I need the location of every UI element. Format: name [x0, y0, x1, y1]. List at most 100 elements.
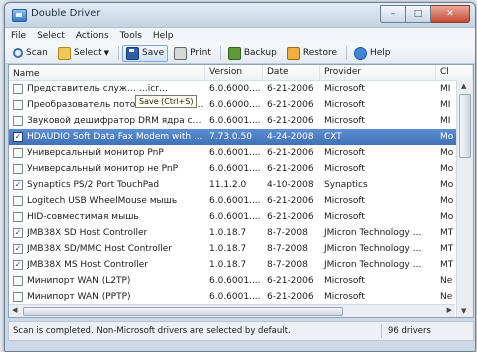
cell-name: Минипорт WAN (L2TP)	[9, 276, 205, 286]
driver-checkbox[interactable]	[13, 276, 23, 286]
minimize-button[interactable]: –	[380, 5, 406, 23]
help-label: Help	[370, 48, 391, 58]
scroll-down-icon[interactable]: ▼	[461, 307, 466, 315]
driver-checkbox[interactable]: ✓	[13, 132, 23, 142]
table-row[interactable]: Представитель служ… …icr… 6.0.6000.... 6-2…	[9, 81, 473, 97]
backup-label: Backup	[243, 48, 277, 58]
driver-provider: Microsoft	[324, 212, 365, 222]
driver-checkbox[interactable]	[13, 148, 23, 158]
toolbar-separator	[219, 46, 221, 60]
vertical-scrollbar[interactable]: ▲ ▼	[456, 80, 473, 317]
driver-provider: Microsoft	[324, 196, 365, 206]
menu-select[interactable]: Select	[37, 31, 65, 41]
scroll-left-icon[interactable]: ◀	[12, 306, 17, 314]
toolbar: Scan Select ▼ Save Print Backup Restore …	[5, 43, 475, 64]
driver-list[interactable]: Name Version Date Provider Cl Представит…	[8, 64, 474, 318]
driver-checkbox[interactable]	[13, 116, 23, 126]
driver-version: 6.0.6000....	[209, 84, 261, 94]
scroll-right-icon[interactable]: ▶	[447, 306, 452, 314]
driver-checkbox[interactable]	[13, 100, 23, 110]
backup-icon	[227, 46, 241, 60]
driver-version: 6.0.6001....	[209, 164, 261, 174]
driver-checkbox[interactable]: ✓	[13, 180, 23, 190]
driver-checkbox[interactable]	[13, 164, 23, 174]
driver-checkbox[interactable]	[13, 292, 23, 302]
driver-date: 6-21-2006	[267, 148, 314, 158]
backup-button[interactable]: Backup	[224, 45, 281, 62]
driver-checkbox[interactable]: ✓	[13, 228, 23, 238]
table-row[interactable]: ✓ Synaptics PS/2 Port TouchPad 11.1.2.0 4-1…	[9, 177, 473, 193]
table-row[interactable]: Преобразователь потоков Tee/Sink-... 6.0.…	[9, 97, 473, 113]
driver-name: JMB38X SD/MMC Host Controller	[27, 244, 173, 254]
table-row[interactable]: ✓ JMB38X SD Host Controller 1.0.18.7 8-7-20…	[9, 225, 473, 241]
select-label: Select	[73, 48, 102, 58]
save-button[interactable]: Save	[122, 44, 169, 62]
menu-actions[interactable]: Actions	[76, 31, 109, 41]
table-row[interactable]: HID-совместимая мышь 6.0.6001.... 6-21-200…	[9, 209, 473, 225]
driver-version: 6.0.6001....	[209, 116, 261, 126]
restore-button[interactable]: Restore	[283, 45, 341, 62]
table-row[interactable]: Универсальный монитор не PnP 6.0.6001....…	[9, 161, 473, 177]
driver-name: Logitech USB WheelMouse мышь	[27, 196, 178, 206]
driver-date: 8-7-2008	[267, 228, 308, 238]
menu-file[interactable]: File	[11, 31, 26, 41]
vertical-scroll-thumb[interactable]	[459, 94, 471, 158]
horizontal-scroll-thumb[interactable]	[23, 307, 343, 316]
column-header-date[interactable]: Date	[263, 65, 320, 80]
driver-provider: Microsoft	[324, 100, 365, 110]
save-tooltip: Save (Ctrl+S)	[135, 95, 198, 108]
driver-date: 4-24-2008	[267, 132, 314, 142]
driver-checkbox[interactable]	[13, 212, 23, 222]
list-header: Name Version Date Provider Cl	[9, 65, 473, 81]
column-header-class[interactable]: Cl	[436, 65, 473, 80]
status-message: Scan is completed. Non-Microsoft drivers…	[13, 326, 291, 336]
driver-name: HDAUDIO Soft Data Fax Modem with ...	[27, 132, 203, 142]
table-row[interactable]: Logitech USB WheelMouse мышь 6.0.6001....…	[9, 193, 473, 209]
title-bar[interactable]: Double Driver – □ ✕	[5, 3, 475, 28]
driver-checkbox[interactable]	[13, 196, 23, 206]
driver-version: 1.0.18.7	[209, 244, 247, 254]
driver-checkbox[interactable]: ✓	[13, 244, 23, 254]
driver-checkbox[interactable]	[13, 84, 23, 94]
table-row[interactable]: Звуковой дешифратор DRM ядра си... 6.0.60…	[9, 113, 473, 129]
table-row[interactable]: ✓ JMB38X MS Host Controller 1.0.18.7 8-7-20…	[9, 257, 473, 273]
print-button[interactable]: Print	[170, 45, 215, 62]
help-button[interactable]: Help	[350, 45, 395, 62]
driver-provider: Synaptics	[324, 180, 368, 190]
select-button[interactable]: Select ▼	[54, 45, 113, 62]
scan-button[interactable]: Scan	[9, 46, 52, 60]
driver-provider: JMicron Technology ...	[324, 260, 422, 270]
driver-date: 8-7-2008	[267, 260, 308, 270]
scan-label: Scan	[26, 48, 48, 58]
list-body: Представитель служ… …icr… 6.0.6000.... 6-2…	[9, 81, 473, 305]
menu-bar: File Select Actions Tools Help	[5, 28, 475, 43]
horizontal-scrollbar[interactable]: ◀ ▶	[9, 304, 455, 317]
driver-version: 6.0.6001....	[209, 148, 261, 158]
scroll-up-icon[interactable]: ▲	[461, 82, 466, 90]
help-icon	[354, 46, 367, 60]
cell-name: ✓ JMB38X MS Host Controller	[9, 260, 205, 270]
menu-tools[interactable]: Tools	[120, 31, 142, 41]
cell-name: Универсальный монитор PnP	[9, 148, 205, 158]
table-row[interactable]: ✓ HDAUDIO Soft Data Fax Modem with ... 7.7…	[9, 129, 473, 145]
driver-provider: Microsoft	[324, 276, 365, 286]
cell-name: Универсальный монитор не PnP	[9, 164, 205, 174]
driver-checkbox[interactable]: ✓	[13, 260, 23, 270]
driver-provider: Microsoft	[324, 84, 365, 94]
table-row[interactable]: ✓ JMB38X SD/MMC Host Controller 1.0.18.7 8-…	[9, 241, 473, 257]
driver-version: 6.0.6001....	[209, 292, 261, 302]
driver-version: 6.0.6001....	[209, 196, 261, 206]
driver-date: 4-10-2008	[267, 180, 314, 190]
table-row[interactable]: Универсальный монитор PnP 6.0.6001.... 6-2…	[9, 145, 473, 161]
toolbar-separator	[118, 46, 120, 60]
cell-name: Звуковой дешифратор DRM ядра си...	[9, 116, 205, 126]
maximize-button[interactable]: □	[406, 5, 431, 23]
menu-help[interactable]: Help	[153, 31, 174, 41]
table-row[interactable]: Минипорт WAN (PPTP) 6.0.6001.... 6-21-2006…	[9, 289, 473, 305]
column-header-version[interactable]: Version	[205, 65, 263, 80]
column-header-provider[interactable]: Provider	[320, 65, 436, 80]
table-row[interactable]: Минипорт WAN (L2TP) 6.0.6001.... 6-21-2006…	[9, 273, 473, 289]
driver-date: 6-21-2006	[267, 116, 314, 126]
column-header-name[interactable]: Name	[9, 65, 205, 80]
close-button[interactable]: ✕	[431, 5, 470, 23]
